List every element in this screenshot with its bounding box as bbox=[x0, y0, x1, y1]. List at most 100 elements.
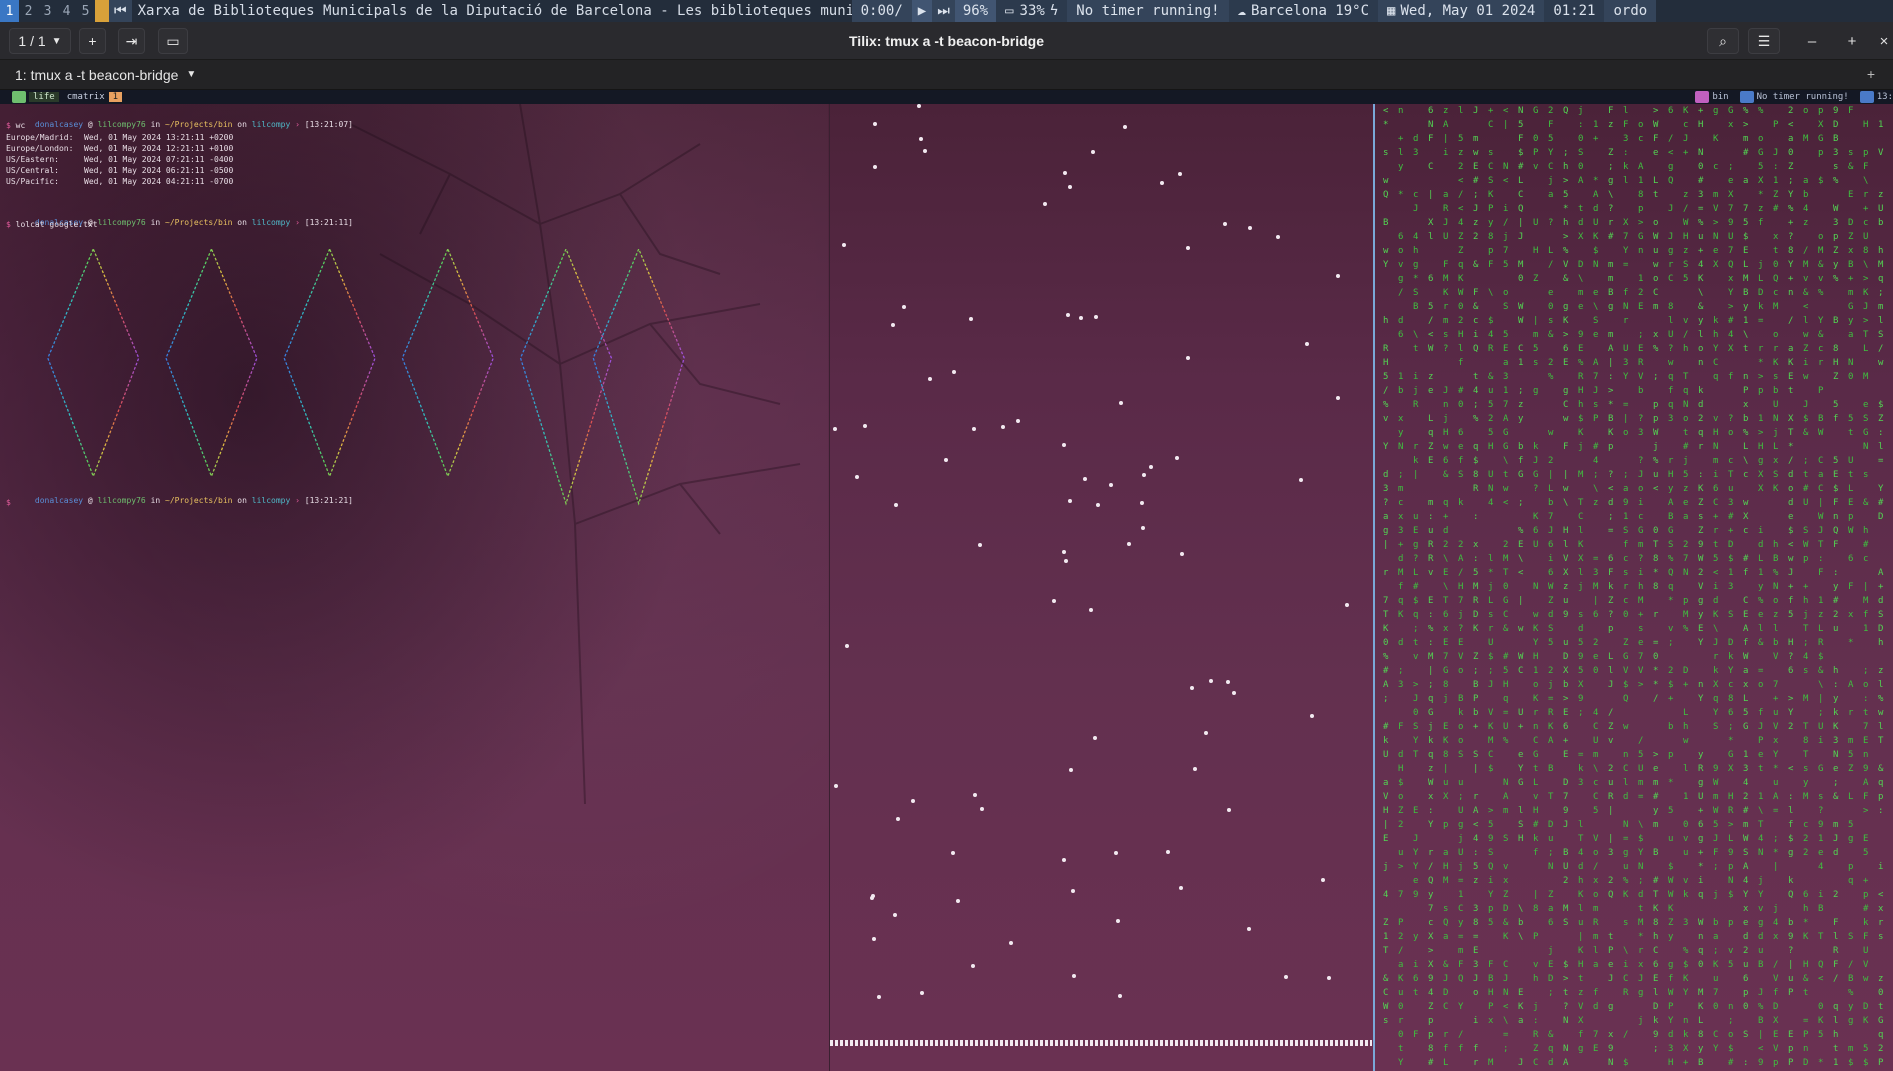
charging-icon: ϟ bbox=[1049, 3, 1059, 19]
volume-value: 96% bbox=[962, 3, 989, 19]
snowflake bbox=[917, 104, 921, 108]
matrix-column: % > m # a 7 5 $ E L M B y 1 \ t n P x b … bbox=[1743, 106, 1749, 1068]
snowflake bbox=[1327, 976, 1331, 980]
command-line-1: $ wc bbox=[6, 121, 25, 131]
plus-icon: + bbox=[88, 33, 97, 49]
matrix-column: % o G 5 X * z f j L D k = r * > p 1 > H … bbox=[1758, 106, 1764, 1068]
tab-counter-dropdown[interactable]: 1 / 1 ▼ bbox=[9, 28, 71, 54]
workspace-4[interactable]: 4 bbox=[57, 0, 76, 22]
chevron-down-icon: ▼ bbox=[51, 35, 62, 47]
snowflake bbox=[894, 503, 898, 507]
snowflake bbox=[1276, 235, 1280, 239]
prompt-line-3: donalcasey @ lilcompy76 in ~/Projects/bi… bbox=[6, 486, 353, 516]
snowflake bbox=[1247, 927, 1251, 931]
session-selector[interactable]: 1: tmux a -t beacon-bridge ▼ bbox=[15, 67, 196, 83]
command-line-3[interactable]: $ bbox=[6, 498, 11, 508]
window-icon: ▭ bbox=[166, 32, 180, 49]
workspace-5[interactable]: 5 bbox=[76, 0, 95, 22]
prompt-dollar: $ bbox=[6, 121, 11, 130]
terminal-pane-shell[interactable]: donalcasey @ lilcompy76 in ~/Projects/bi… bbox=[0, 104, 828, 1071]
workspace-1[interactable]: 1 bbox=[0, 0, 19, 22]
zone-time: Wed, 01 May 2024 12:21:11 +0100 bbox=[84, 144, 234, 153]
snowflake bbox=[877, 995, 881, 999]
user-indicator[interactable]: ordo bbox=[1604, 0, 1657, 22]
snowflake bbox=[845, 644, 849, 648]
add-terminal-button[interactable]: + bbox=[79, 28, 106, 54]
close-icon[interactable]: × bbox=[1875, 27, 1893, 55]
date-indicator[interactable]: ▦ Wed, May 01 2024 bbox=[1378, 0, 1545, 22]
snowflake bbox=[1321, 878, 1325, 882]
snowflake bbox=[1116, 919, 1120, 923]
snowflake bbox=[1089, 608, 1093, 612]
matrix-column: n + l y * 6 o v g / d 6 1 b x y N ; m c … bbox=[1398, 106, 1404, 1068]
menu-button[interactable]: ☰ bbox=[1748, 28, 1780, 54]
zone-time: Wed, 01 May 2024 13:21:11 +0200 bbox=[84, 133, 234, 142]
snowfall-animation bbox=[830, 104, 1372, 1071]
zone-name: Europe/Madrid: bbox=[6, 133, 74, 142]
snowflake bbox=[923, 149, 927, 153]
system-top-bar: 1 2 3 4 5 ⏮ Xarxa de Biblioteques Munici… bbox=[0, 0, 1893, 22]
snowflake bbox=[980, 807, 984, 811]
media-previous-icon[interactable]: ⏮ bbox=[109, 0, 132, 22]
minimize-icon[interactable]: – bbox=[1798, 27, 1826, 55]
command-line-2: $ lolcat google.txt bbox=[6, 220, 98, 230]
snowflake bbox=[834, 784, 838, 788]
snowflake bbox=[928, 377, 932, 381]
window-title: Tilix: tmux a -t beacon-bridge bbox=[849, 32, 1044, 49]
snowflake bbox=[870, 896, 874, 900]
snowflake bbox=[1204, 731, 1208, 735]
clock-row: Europe/Madrid: Wed, 01 May 2024 13:21:11 … bbox=[6, 133, 233, 143]
prompt-branch: lilcompy bbox=[251, 120, 291, 129]
detach-button[interactable]: ⇥ bbox=[118, 28, 145, 54]
terminal-pane-snowfall[interactable] bbox=[829, 104, 1372, 1071]
snowflake bbox=[842, 243, 846, 247]
prompt-in: in bbox=[150, 218, 161, 227]
maximize-icon[interactable]: + bbox=[1838, 27, 1866, 55]
tmux-status-bar: life cmatrix 1 bin No timer running! 13: bbox=[0, 90, 1893, 104]
volume-indicator[interactable]: 96% bbox=[954, 0, 997, 22]
snowflake bbox=[855, 475, 859, 479]
prompt-in: in bbox=[150, 496, 161, 505]
tmux-window-life[interactable]: life bbox=[29, 92, 59, 102]
workspace-3[interactable]: 3 bbox=[38, 0, 57, 22]
zone-name: Europe/London: bbox=[6, 144, 74, 153]
prompt-sep: › bbox=[295, 218, 300, 227]
prompt-time: [13:21:07] bbox=[304, 120, 353, 129]
matrix-column: J m w E # ; J z 2 & F & c i Q t 4 ; % q … bbox=[1473, 106, 1479, 1068]
snowflake bbox=[1052, 599, 1056, 603]
snowflake bbox=[1001, 425, 1005, 429]
snowflake bbox=[1232, 691, 1236, 695]
terminal-area[interactable]: life cmatrix 1 bin No timer running! 13: bbox=[0, 90, 1893, 1071]
weather-indicator: ☁ Barcelona 19°C bbox=[1228, 0, 1379, 22]
prompt-host: lilcompy76 bbox=[97, 120, 146, 129]
snowflake bbox=[1043, 202, 1047, 206]
matrix-column: P J : 1 Z # x t 0 Q c M o r K s b U N j … bbox=[1773, 120, 1779, 1068]
tmux-window-cmatrix[interactable]: cmatrix bbox=[67, 92, 105, 102]
matrix-column: 6 N F C | X l 6 5 / < W z e L q Z E m : … bbox=[1428, 106, 1434, 1068]
snowflake bbox=[1142, 473, 1146, 477]
terminal-pane-cmatrix[interactable]: < * s w Q B w Y h R H 5 / % v Y d 3 ? a … bbox=[1373, 104, 1893, 1071]
matrix-column: N 5 F $ # L C Q | J M 0 W W C 1 ; z y b … bbox=[1518, 106, 1524, 1068]
add-session-icon[interactable]: + bbox=[1867, 66, 1875, 82]
play-icon[interactable]: ▶ bbox=[911, 0, 933, 22]
snowflake bbox=[1068, 499, 1072, 503]
timer-indicator[interactable]: No timer running! bbox=[1067, 0, 1229, 22]
sessions-button[interactable]: ▭ bbox=[158, 28, 188, 54]
snowflake bbox=[1062, 443, 1066, 447]
window-header-bar: 1 / 1 ▼ + ⇥ ▭ Tilix: tmux a -t beacon-br… bbox=[0, 22, 1893, 60]
prompt-sep: › bbox=[295, 496, 300, 505]
media-next-icon[interactable]: ⏭ bbox=[932, 0, 955, 22]
snowflake bbox=[1091, 150, 1095, 154]
workspace-2[interactable]: 2 bbox=[19, 0, 38, 22]
tmux-window-icon bbox=[12, 91, 26, 103]
snowflake bbox=[969, 317, 973, 321]
zone-time: Wed, 01 May 2024 06:21:11 -0500 bbox=[84, 166, 234, 175]
search-button[interactable]: ⌕ bbox=[1707, 28, 1739, 54]
matrix-column: + H N 0 # 3 = % u + 4 K \ & y l o n k d … bbox=[1698, 106, 1704, 1068]
prompt-time: [13:21:21] bbox=[304, 496, 353, 505]
snow-ground bbox=[830, 1040, 1372, 1046]
prompt-time: [13:21:11] bbox=[304, 218, 353, 227]
matrix-column: 1 + * A d U K $ N e \ S e A 7 J s P # 4 … bbox=[1593, 120, 1599, 1054]
snowflake bbox=[1227, 808, 1231, 812]
media-time: 0:00/ bbox=[851, 0, 912, 22]
